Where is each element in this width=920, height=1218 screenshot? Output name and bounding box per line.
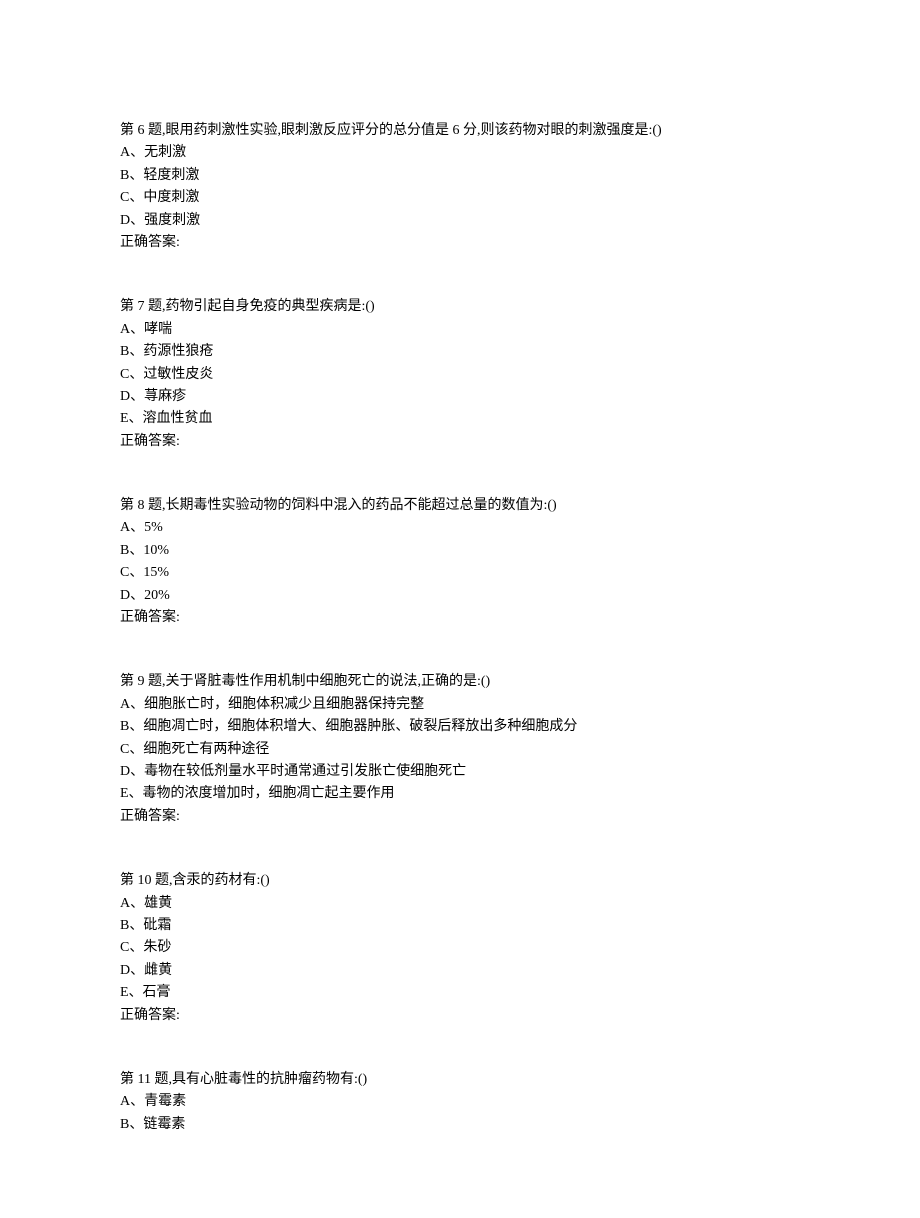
question-option: C、中度刺激	[120, 187, 800, 209]
question-option: C、15%	[120, 562, 800, 584]
question-option: E、毒物的浓度增加时，细胞凋亡起主要作用	[120, 783, 800, 805]
question-option: E、石膏	[120, 982, 800, 1004]
question-option: B、药源性狼疮	[120, 341, 800, 363]
answer-label: 正确答案:	[120, 607, 800, 629]
question-option: A、哮喘	[120, 319, 800, 341]
question-option: A、雄黄	[120, 893, 800, 915]
question-option: E、溶血性贫血	[120, 408, 800, 430]
question-title: 第 8 题,长期毒性实验动物的饲料中混入的药品不能超过总量的数值为:()	[120, 495, 800, 517]
question-block: 第 8 题,长期毒性实验动物的饲料中混入的药品不能超过总量的数值为:()A、5%…	[120, 495, 800, 629]
question-block: 第 7 题,药物引起自身免疫的典型疾病是:()A、哮喘B、药源性狼疮C、过敏性皮…	[120, 296, 800, 453]
question-title: 第 6 题,眼用药刺激性实验,眼刺激反应评分的总分值是 6 分,则该药物对眼的刺…	[120, 120, 800, 142]
question-option: A、5%	[120, 517, 800, 539]
question-title: 第 7 题,药物引起自身免疫的典型疾病是:()	[120, 296, 800, 318]
question-option: D、20%	[120, 585, 800, 607]
answer-label: 正确答案:	[120, 431, 800, 453]
question-option: D、强度刺激	[120, 210, 800, 232]
answer-label: 正确答案:	[120, 1005, 800, 1027]
question-option: D、雌黄	[120, 960, 800, 982]
question-title: 第 9 题,关于肾脏毒性作用机制中细胞死亡的说法,正确的是:()	[120, 671, 800, 693]
question-option: D、荨麻疹	[120, 386, 800, 408]
question-block: 第 6 题,眼用药刺激性实验,眼刺激反应评分的总分值是 6 分,则该药物对眼的刺…	[120, 120, 800, 254]
question-title: 第 10 题,含汞的药材有:()	[120, 870, 800, 892]
answer-label: 正确答案:	[120, 806, 800, 828]
question-option: C、朱砂	[120, 937, 800, 959]
answer-label: 正确答案:	[120, 232, 800, 254]
question-option: B、10%	[120, 540, 800, 562]
question-option: D、毒物在较低剂量水平时通常通过引发胀亡使细胞死亡	[120, 761, 800, 783]
question-option: B、链霉素	[120, 1114, 800, 1136]
question-option: A、细胞胀亡时，细胞体积减少且细胞器保持完整	[120, 694, 800, 716]
question-block: 第 9 题,关于肾脏毒性作用机制中细胞死亡的说法,正确的是:()A、细胞胀亡时，…	[120, 671, 800, 828]
question-option: B、轻度刺激	[120, 165, 800, 187]
question-option: A、青霉素	[120, 1091, 800, 1113]
question-block: 第 10 题,含汞的药材有:()A、雄黄B、砒霜C、朱砂D、雌黄E、石膏正确答案…	[120, 870, 800, 1027]
question-option: C、细胞死亡有两种途径	[120, 739, 800, 761]
question-title: 第 11 题,具有心脏毒性的抗肿瘤药物有:()	[120, 1069, 800, 1091]
question-option: C、过敏性皮炎	[120, 364, 800, 386]
question-option: B、细胞凋亡时，细胞体积增大、细胞器肿胀、破裂后释放出多种细胞成分	[120, 716, 800, 738]
question-option: A、无刺激	[120, 142, 800, 164]
question-option: B、砒霜	[120, 915, 800, 937]
question-block: 第 11 题,具有心脏毒性的抗肿瘤药物有:()A、青霉素B、链霉素	[120, 1069, 800, 1136]
